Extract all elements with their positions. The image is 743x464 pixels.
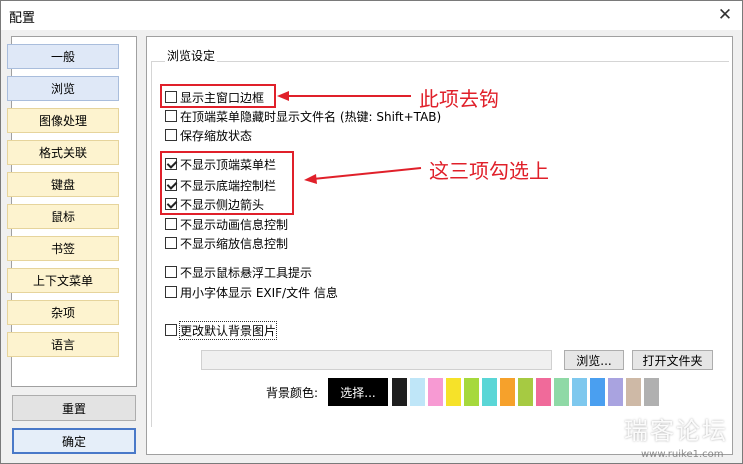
- highlight-box-uncheck: [160, 84, 276, 108]
- checkbox[interactable]: [165, 237, 177, 249]
- option-label: 保存缩放状态: [180, 128, 253, 143]
- title-bar: 配置 ✕: [1, 1, 742, 30]
- annotation-uncheck-note: 此项去钩: [419, 87, 499, 111]
- color-swatch[interactable]: [572, 378, 587, 406]
- annotation-check-note: 这三项勾选上: [429, 159, 549, 183]
- color-swatch[interactable]: [626, 378, 641, 406]
- section-title: 浏览设定: [165, 47, 218, 64]
- ok-button[interactable]: 确定: [12, 428, 136, 454]
- color-swatch[interactable]: [392, 378, 407, 406]
- color-swatch[interactable]: [644, 378, 659, 406]
- reset-button[interactable]: 重置: [12, 395, 136, 421]
- color-swatch[interactable]: [482, 378, 497, 406]
- color-swatch[interactable]: [518, 378, 533, 406]
- sidebar-item-general[interactable]: 一般: [7, 44, 119, 69]
- window-title: 配置: [9, 11, 36, 26]
- sidebar-item-mouse[interactable]: 鼠标: [7, 204, 119, 229]
- checkbox[interactable]: [165, 218, 177, 230]
- annotation-arrows: [277, 91, 422, 184]
- color-swatch[interactable]: [536, 378, 551, 406]
- sidebar-item-bookmarks[interactable]: 书签: [7, 236, 119, 261]
- color-swatch[interactable]: [464, 378, 479, 406]
- option-label: 更改默认背景图片: [178, 320, 278, 340]
- color-swatch[interactable]: [590, 378, 605, 406]
- sidebar-item-context-menu[interactable]: 上下文菜单: [7, 268, 119, 293]
- option-label: 不显示鼠标悬浮工具提示: [180, 265, 313, 280]
- close-icon[interactable]: ✕: [708, 1, 742, 29]
- sidebar-item-keyboard[interactable]: 键盘: [7, 172, 119, 197]
- checkbox[interactable]: [165, 324, 177, 336]
- color-swatch[interactable]: [446, 378, 461, 406]
- color-swatch[interactable]: [428, 378, 443, 406]
- sidebar-item-format-association[interactable]: 格式关联: [7, 140, 119, 165]
- watermark-logo: 瑞客论坛: [624, 417, 728, 445]
- option-hide-zoom-info-control[interactable]: 不显示缩放信息控制: [165, 235, 288, 251]
- sidebar-item-misc[interactable]: 杂项: [7, 300, 119, 325]
- sidebar-item-browse[interactable]: 浏览: [7, 76, 119, 101]
- checkbox[interactable]: [165, 110, 177, 122]
- watermark-url: www.ruike1.com: [641, 449, 724, 460]
- color-swatch[interactable]: [554, 378, 569, 406]
- color-swatch[interactable]: [410, 378, 425, 406]
- open-folder-button[interactable]: 打开文件夹: [632, 350, 713, 370]
- color-swatch[interactable]: [500, 378, 515, 406]
- option-hide-animation-info-control[interactable]: 不显示动画信息控制: [165, 216, 288, 232]
- browse-button[interactable]: 浏览...: [564, 350, 624, 370]
- option-small-font-exif[interactable]: 用小字体显示 EXIF/文件 信息: [165, 284, 338, 300]
- option-hide-mouse-hover-tooltip[interactable]: 不显示鼠标悬浮工具提示: [165, 264, 312, 280]
- option-save-zoom-state[interactable]: 保存缩放状态: [165, 127, 252, 143]
- checkbox[interactable]: [165, 286, 177, 298]
- background-color-label: 背景颜色:: [266, 386, 319, 400]
- choose-color-button[interactable]: 选择...: [328, 378, 388, 406]
- color-swatch[interactable]: [608, 378, 623, 406]
- background-image-path-input[interactable]: [201, 350, 552, 370]
- option-label: 不显示缩放信息控制: [180, 236, 289, 251]
- config-dialog: 配置 ✕ 一般 浏览 图像处理 格式关联 键盘 鼠标 书签 上下文菜单 杂项 语…: [0, 0, 743, 464]
- checkbox[interactable]: [165, 129, 177, 141]
- sidebar-item-image-processing[interactable]: 图像处理: [7, 108, 119, 133]
- sidebar-item-language[interactable]: 语言: [7, 332, 119, 357]
- option-label: 不显示动画信息控制: [180, 217, 289, 232]
- option-label: 用小字体显示 EXIF/文件 信息: [180, 285, 338, 300]
- option-change-default-background-image[interactable]: 更改默认背景图片: [165, 320, 278, 340]
- checkbox[interactable]: [165, 266, 177, 278]
